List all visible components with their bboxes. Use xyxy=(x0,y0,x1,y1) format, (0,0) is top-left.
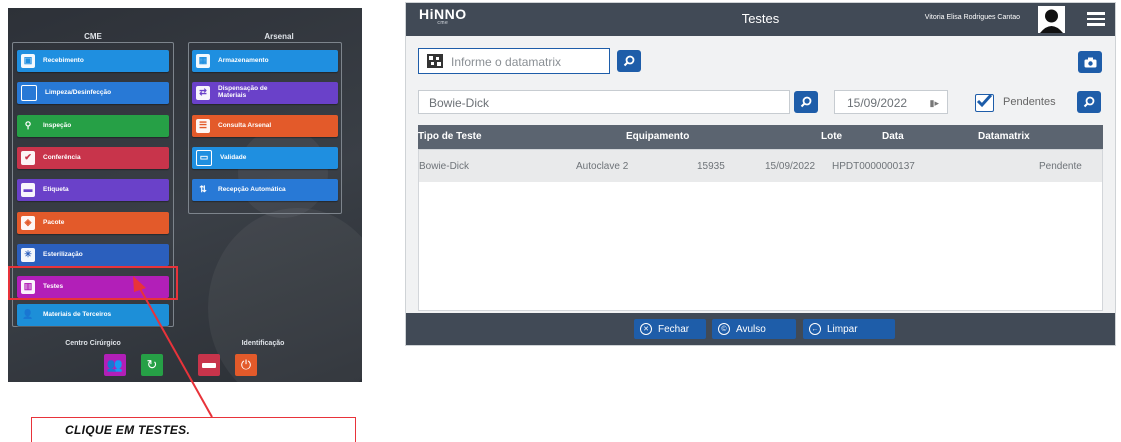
pendentes-label: Pendentes xyxy=(1003,96,1056,108)
camera-icon xyxy=(1084,57,1096,67)
datamatrix-placeholder: Informe o datamatrix xyxy=(451,55,562,69)
cell-status: Pendente xyxy=(1039,161,1082,172)
filter-search-button[interactable] xyxy=(1077,91,1101,113)
cell-tipo: Bowie-Dick xyxy=(419,161,470,172)
user-name: Vitoria Elisa Rodrigues Cantao xyxy=(924,14,1020,21)
column-header[interactable]: Equipamento xyxy=(626,131,689,142)
avatar[interactable] xyxy=(1038,6,1065,33)
avatar-silhouette-icon xyxy=(1040,9,1063,33)
table-row[interactable]: Bowie-Dick Autoclave 2 15935 15/09/2022 … xyxy=(419,150,1102,182)
test-type-value: Bowie-Dick xyxy=(429,96,490,110)
datamatrix-icon xyxy=(427,54,443,68)
fechar-label: Fechar xyxy=(658,323,690,335)
camera-button[interactable] xyxy=(1078,51,1102,73)
cell-lote: 15935 xyxy=(697,161,725,172)
bottom-bar: ✕ Fechar © Avulso ← Limpar xyxy=(406,313,1115,345)
avulso-label: Avulso xyxy=(736,323,766,335)
column-header[interactable]: Data xyxy=(882,131,904,142)
column-header[interactable]: Lote xyxy=(821,131,842,142)
date-field[interactable]: 15/09/2022 ▮▸ xyxy=(834,90,948,114)
search-icon xyxy=(800,96,812,108)
column-header[interactable]: Tipo de Teste xyxy=(418,131,482,142)
column-header[interactable]: Datamatrix xyxy=(978,131,1030,142)
cell-data: 15/09/2022 xyxy=(765,161,816,172)
test-type-search-button[interactable] xyxy=(794,91,818,113)
date-value: 15/09/2022 xyxy=(847,96,908,110)
test-type-field[interactable]: Bowie-Dick xyxy=(418,90,790,114)
callout-box: CLIQUE EM TESTES. xyxy=(31,417,356,442)
search-icon xyxy=(623,55,635,67)
table-body: Bowie-Dick Autoclave 2 15935 15/09/2022 … xyxy=(418,149,1103,311)
checkmark-icon xyxy=(976,93,992,108)
cell-equipamento: Autoclave 2 xyxy=(576,161,629,172)
app-window: HiNNO cme Testes Vitoria Elisa Rodrigues … xyxy=(405,2,1116,346)
hamburger-menu-button[interactable] xyxy=(1087,12,1105,26)
cell-datamatrix: HPDT0000000137 xyxy=(832,161,915,172)
limpar-label: Limpar xyxy=(827,323,858,335)
limpar-button[interactable]: ← Limpar xyxy=(803,319,895,339)
back-arrow-icon: ← xyxy=(809,323,821,335)
close-icon: ✕ xyxy=(640,323,652,335)
datamatrix-search-button[interactable] xyxy=(617,50,641,72)
datamatrix-field[interactable]: Informe o datamatrix xyxy=(418,48,610,74)
calendar-icon[interactable]: ▮▸ xyxy=(930,98,939,109)
search-icon xyxy=(1083,96,1095,108)
copyright-icon: © xyxy=(718,323,730,335)
callout-text: CLIQUE EM TESTES. xyxy=(65,423,191,437)
pendentes-checkbox[interactable] xyxy=(975,93,994,112)
avulso-button[interactable]: © Avulso xyxy=(712,319,796,339)
table-header: Tipo de Teste Equipamento Lote Data Data… xyxy=(418,125,1103,149)
fechar-button[interactable]: ✕ Fechar xyxy=(634,319,706,339)
top-bar: HiNNO cme Testes Vitoria Elisa Rodrigues … xyxy=(406,3,1115,36)
